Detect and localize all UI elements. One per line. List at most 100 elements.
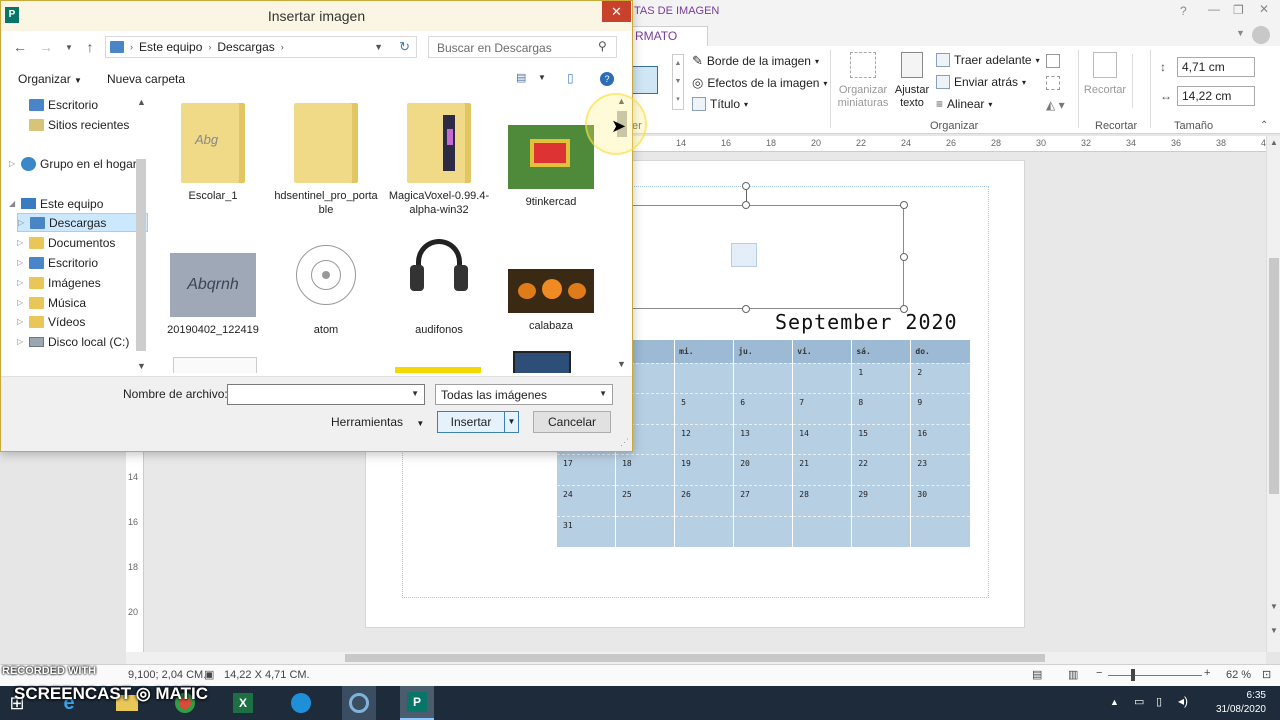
- calendar-day-cell[interactable]: 8: [851, 393, 911, 425]
- scroll-down-arrow[interactable]: ▼: [137, 361, 146, 371]
- vertical-scrollbar[interactable]: ▲ ▼ ▼: [1266, 136, 1280, 652]
- calendar-day-cell[interactable]: [733, 515, 793, 547]
- calendar-day-cell[interactable]: 30: [910, 485, 970, 517]
- calendar-day-cell[interactable]: 12: [674, 423, 734, 455]
- nav-descargas[interactable]: ▷ Descargas: [17, 213, 148, 232]
- battery-icon[interactable]: ▯: [1156, 695, 1162, 708]
- view-dropdown-icon[interactable]: ▼: [538, 73, 546, 82]
- edge-icon[interactable]: [284, 686, 318, 720]
- nav-imagenes[interactable]: ▷ Imágenes: [17, 273, 148, 292]
- enviar-atras-button[interactable]: Enviar atrás ▾: [936, 75, 1026, 89]
- nav-escritorio[interactable]: ▷ Escritorio: [17, 253, 148, 272]
- borde-imagen-button[interactable]: ✎ Borde de la imagen ▾: [692, 53, 819, 69]
- network-icon[interactable]: ▭: [1134, 695, 1144, 708]
- expand-chevron-icon[interactable]: ▷: [9, 159, 17, 168]
- close-window-button[interactable]: ✕: [1259, 2, 1269, 16]
- account-icon[interactable]: [1252, 26, 1270, 44]
- breadcrumb-este-equipo[interactable]: Este equipo: [139, 40, 202, 54]
- calendar-day-cell[interactable]: 31: [555, 515, 616, 547]
- two-page-view-icon[interactable]: ▥: [1068, 668, 1078, 681]
- nav-este-equipo[interactable]: ◢ Este equipo: [9, 194, 140, 213]
- resize-handle[interactable]: [900, 253, 908, 261]
- calendar-day-cell[interactable]: [792, 362, 852, 394]
- calendar-day-cell[interactable]: 18: [615, 454, 675, 486]
- help-icon[interactable]: ?: [1180, 4, 1187, 18]
- scroll-thumb[interactable]: [136, 159, 146, 351]
- picture-placeholder-frame[interactable]: [622, 205, 904, 309]
- search-input[interactable]: Buscar en Descargas: [428, 36, 617, 58]
- scroll-up-arrow[interactable]: ▲: [137, 97, 146, 107]
- expand-chevron-icon[interactable]: ▷: [17, 278, 25, 287]
- calendar-day-cell[interactable]: 14: [792, 423, 852, 455]
- calendar-day-cell[interactable]: 13: [733, 423, 793, 455]
- scroll-up-arrow[interactable]: ▲: [1270, 138, 1278, 147]
- hscroll-thumb[interactable]: [345, 654, 1045, 662]
- calendar-day-cell[interactable]: 20: [733, 454, 793, 486]
- search-icon[interactable]: ⚲: [598, 39, 607, 53]
- calendar-day-cell[interactable]: 25: [615, 485, 675, 517]
- back-arrow-icon[interactable]: ←: [10, 37, 30, 57]
- traer-adelante-button[interactable]: Traer adelante ▾: [936, 53, 1040, 67]
- file-tile[interactable]: atom: [273, 231, 379, 337]
- height-field[interactable]: 4,71 cm: [1177, 57, 1255, 77]
- up-arrow-icon[interactable]: ↑: [80, 37, 100, 57]
- calendar-day-cell[interactable]: 16: [910, 423, 970, 455]
- calendar-day-cell[interactable]: [733, 362, 793, 394]
- preview-pane-icon[interactable]: ▯: [567, 71, 574, 85]
- expand-chevron-icon[interactable]: ▷: [17, 238, 25, 247]
- change-view-icon[interactable]: ▤: [516, 71, 526, 84]
- zoom-slider[interactable]: [1108, 675, 1202, 676]
- new-folder-button[interactable]: Nueva carpeta: [107, 72, 185, 86]
- tray-chevron-icon[interactable]: ▲: [1110, 697, 1119, 707]
- image-thumbnail[interactable]: [173, 357, 257, 373]
- expand-chevron-icon[interactable]: ▷: [17, 258, 25, 267]
- crop-options-icon[interactable]: [1132, 54, 1144, 108]
- publisher-taskbar-icon[interactable]: P: [400, 686, 434, 720]
- calendar-day-cell[interactable]: 6: [733, 393, 793, 425]
- filename-input[interactable]: ▼: [227, 384, 425, 405]
- resize-handle[interactable]: [742, 201, 750, 209]
- help-icon[interactable]: ?: [600, 72, 614, 86]
- alinear-button[interactable]: ≡ Alinear ▾: [936, 97, 992, 111]
- calendar-day-cell[interactable]: [851, 515, 911, 547]
- group-icon[interactable]: [1046, 54, 1060, 68]
- expand-chevron-icon[interactable]: ▷: [17, 298, 25, 307]
- dialog-close-button[interactable]: ✕: [602, 1, 631, 22]
- organizar-miniaturas-button[interactable]: Organizar miniaturas: [836, 52, 890, 110]
- volume-icon[interactable]: ◂): [1178, 694, 1188, 708]
- zoom-level[interactable]: 62 %: [1226, 669, 1251, 681]
- calendar-day-cell[interactable]: 29: [851, 485, 911, 517]
- collapse-ribbon-icon[interactable]: ⌃: [1260, 120, 1268, 131]
- rotate-icon[interactable]: ◭ ▾: [1046, 98, 1065, 112]
- ungroup-icon[interactable]: [1046, 76, 1060, 90]
- nav-videos[interactable]: ▷ Vídeos: [17, 312, 148, 331]
- rotate-handle[interactable]: [742, 182, 750, 190]
- tools-button[interactable]: Herramientas ▼: [331, 415, 424, 429]
- calendar-day-cell[interactable]: 9: [910, 393, 970, 425]
- zoom-slider-thumb[interactable]: [1131, 669, 1135, 681]
- calendar-day-cell[interactable]: 23: [910, 454, 970, 486]
- width-field[interactable]: 14,22 cm: [1177, 86, 1255, 106]
- file-tile[interactable]: Abqrnh 20190402_122419: [160, 231, 266, 337]
- refresh-icon[interactable]: ↻: [399, 39, 410, 55]
- scroll-down-arrow[interactable]: ▼: [1270, 602, 1278, 611]
- forward-arrow-icon[interactable]: →: [36, 37, 56, 57]
- address-bar[interactable]: › Este equipo › Descargas › ▼ ↻: [105, 36, 417, 58]
- nav-sitios-recientes[interactable]: Sitios recientes: [17, 115, 148, 134]
- calendar-day-cell[interactable]: 26: [674, 485, 734, 517]
- calendar-day-cell[interactable]: 15: [851, 423, 911, 455]
- calendar-day-cell[interactable]: 7: [792, 393, 852, 425]
- filename-dropdown-icon[interactable]: ▼: [411, 389, 419, 398]
- expand-chevron-icon[interactable]: ▷: [18, 218, 26, 227]
- collapse-chevron-icon[interactable]: ◢: [9, 199, 17, 208]
- file-tile[interactable]: audifonos: [386, 231, 492, 337]
- calendar-day-cell[interactable]: 19: [674, 454, 734, 486]
- calendar-day-cell[interactable]: [674, 515, 734, 547]
- expand-chevron-icon[interactable]: ▷: [17, 337, 25, 346]
- nav-disco-local[interactable]: ▷ Disco local (C:): [17, 332, 148, 351]
- recortar-button[interactable]: Recortar: [1082, 52, 1128, 97]
- titulo-button[interactable]: Título ▾: [692, 97, 748, 111]
- calendar-day-cell[interactable]: [792, 515, 852, 547]
- calendar-day-cell[interactable]: 5: [674, 393, 734, 425]
- picture-style-gallery[interactable]: [632, 66, 658, 94]
